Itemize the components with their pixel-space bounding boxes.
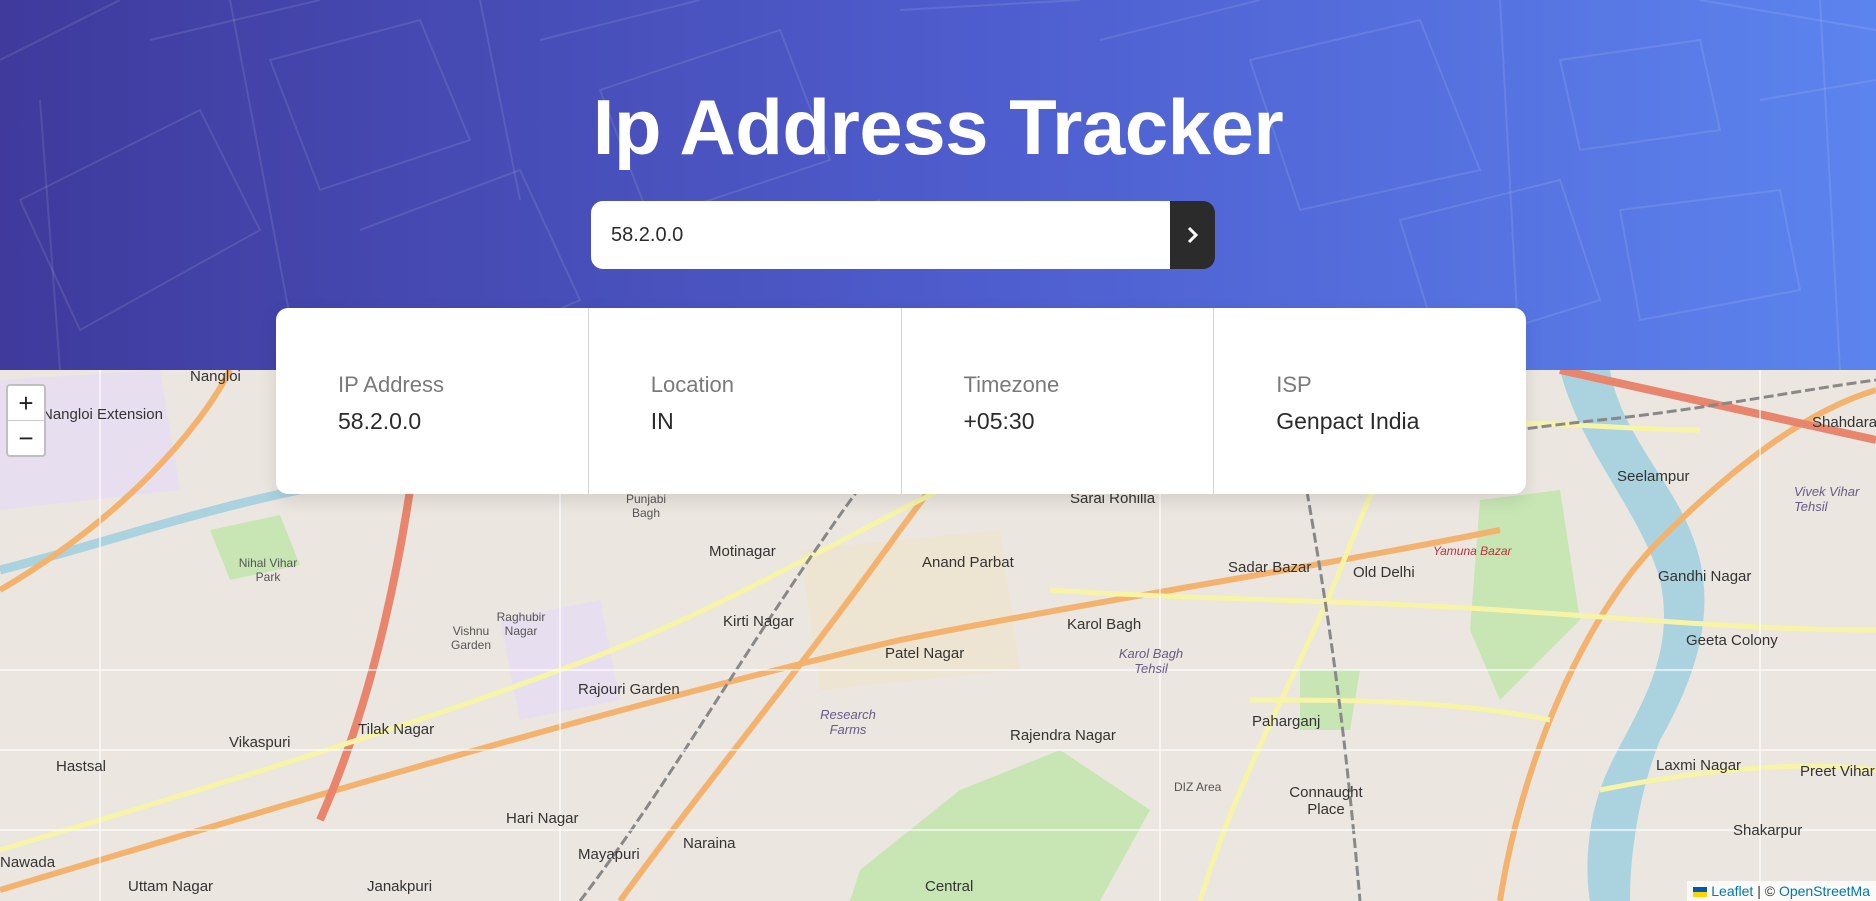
map-label: Yamuna Bazar: [1433, 544, 1512, 558]
map-label: Rajouri Garden: [578, 681, 680, 698]
map-label: Patel Nagar: [885, 645, 965, 662]
map-label: Nawada: [0, 854, 56, 871]
map-label: Hastsal: [56, 758, 107, 775]
map-label: Paharganj: [1252, 713, 1321, 730]
info-label: Timezone: [963, 372, 1060, 397]
openstreetmap-link[interactable]: OpenStreetMa: [1779, 883, 1870, 899]
attribution-separator: | ©: [1753, 883, 1779, 899]
map-label: Rajendra Nagar: [1010, 727, 1116, 744]
info-location: Location IN: [587, 308, 901, 494]
ip-search-input[interactable]: [591, 201, 1170, 269]
map-label: Nangloi Extension: [42, 406, 163, 423]
map-label: Nihal Vihar Park: [238, 556, 298, 584]
map-label: Motinagar: [709, 543, 776, 560]
map-label: Mayapuri: [578, 846, 640, 863]
search-bar: [591, 201, 1215, 269]
chevron-right-icon: [1187, 226, 1198, 244]
info-value: +05:30: [963, 408, 1035, 434]
map-label: Vivek Vihar Tehsil: [1794, 484, 1860, 514]
info-value: Genpact India: [1276, 408, 1420, 434]
info-ip-address: IP Address 58.2.0.0: [276, 308, 588, 494]
map-zoom-control: + −: [6, 384, 46, 457]
info-value: 58.2.0.0: [338, 408, 422, 434]
info-label: ISP: [1276, 372, 1312, 397]
info-value: IN: [650, 408, 674, 434]
ukraine-flag-icon: [1693, 887, 1708, 898]
map-label: Preet Vihar: [1800, 763, 1875, 780]
map-label: Kirti Nagar: [723, 613, 794, 630]
map-label: Connaught Place: [1289, 784, 1363, 818]
map-label: Vishnu Garden: [450, 624, 492, 652]
map-label: Laxmi Nagar: [1656, 757, 1742, 774]
map-label: Research Farms: [820, 707, 876, 737]
info-label: Location: [650, 372, 734, 397]
map-label: Naraina: [683, 835, 736, 852]
map-label: Uttam Nagar: [128, 878, 214, 895]
map-label: Janakpuri: [367, 878, 433, 895]
page-title: Ip Address Tracker: [592, 83, 1284, 171]
map-label: Sadar Bazar: [1228, 559, 1312, 576]
ip-info-card: IP Address 58.2.0.0 Location IN Timezone…: [276, 308, 1526, 494]
zoom-out-button[interactable]: −: [8, 420, 44, 455]
info-label: IP Address: [338, 372, 444, 397]
map-label: Seelampur: [1617, 468, 1690, 485]
map-label: Shakarpur: [1733, 822, 1803, 839]
map-label: Tilak Nagar: [358, 721, 435, 738]
map-label: Karol Bagh Tehsil: [1118, 646, 1184, 676]
info-isp: ISP Genpact India: [1213, 308, 1526, 494]
map-label: Vikaspuri: [229, 734, 291, 751]
map-label: Gandhi Nagar: [1658, 568, 1752, 585]
leaflet-link[interactable]: Leaflet: [1711, 883, 1753, 899]
map-label: Old Delhi: [1353, 564, 1415, 581]
map-label: Anand Parbat: [922, 554, 1014, 571]
map-label: Karol Bagh: [1067, 616, 1142, 633]
map-label: Nangloi: [190, 370, 241, 385]
map-label: Raghubir Nagar: [496, 610, 546, 638]
map-attribution: Leaflet | © OpenStreetMa: [1687, 881, 1876, 901]
map-label: Geeta Colony: [1686, 632, 1778, 649]
map-label: Hari Nagar: [506, 810, 579, 827]
map-label: DIZ Area: [1174, 780, 1222, 794]
map-label: Shahdara: [1812, 414, 1876, 431]
search-submit-button[interactable]: [1170, 201, 1215, 269]
zoom-in-button[interactable]: +: [8, 386, 44, 420]
map-label: Central: [925, 878, 974, 895]
map-label: Punjabi Bagh: [626, 492, 667, 520]
info-timezone: Timezone +05:30: [900, 308, 1214, 494]
